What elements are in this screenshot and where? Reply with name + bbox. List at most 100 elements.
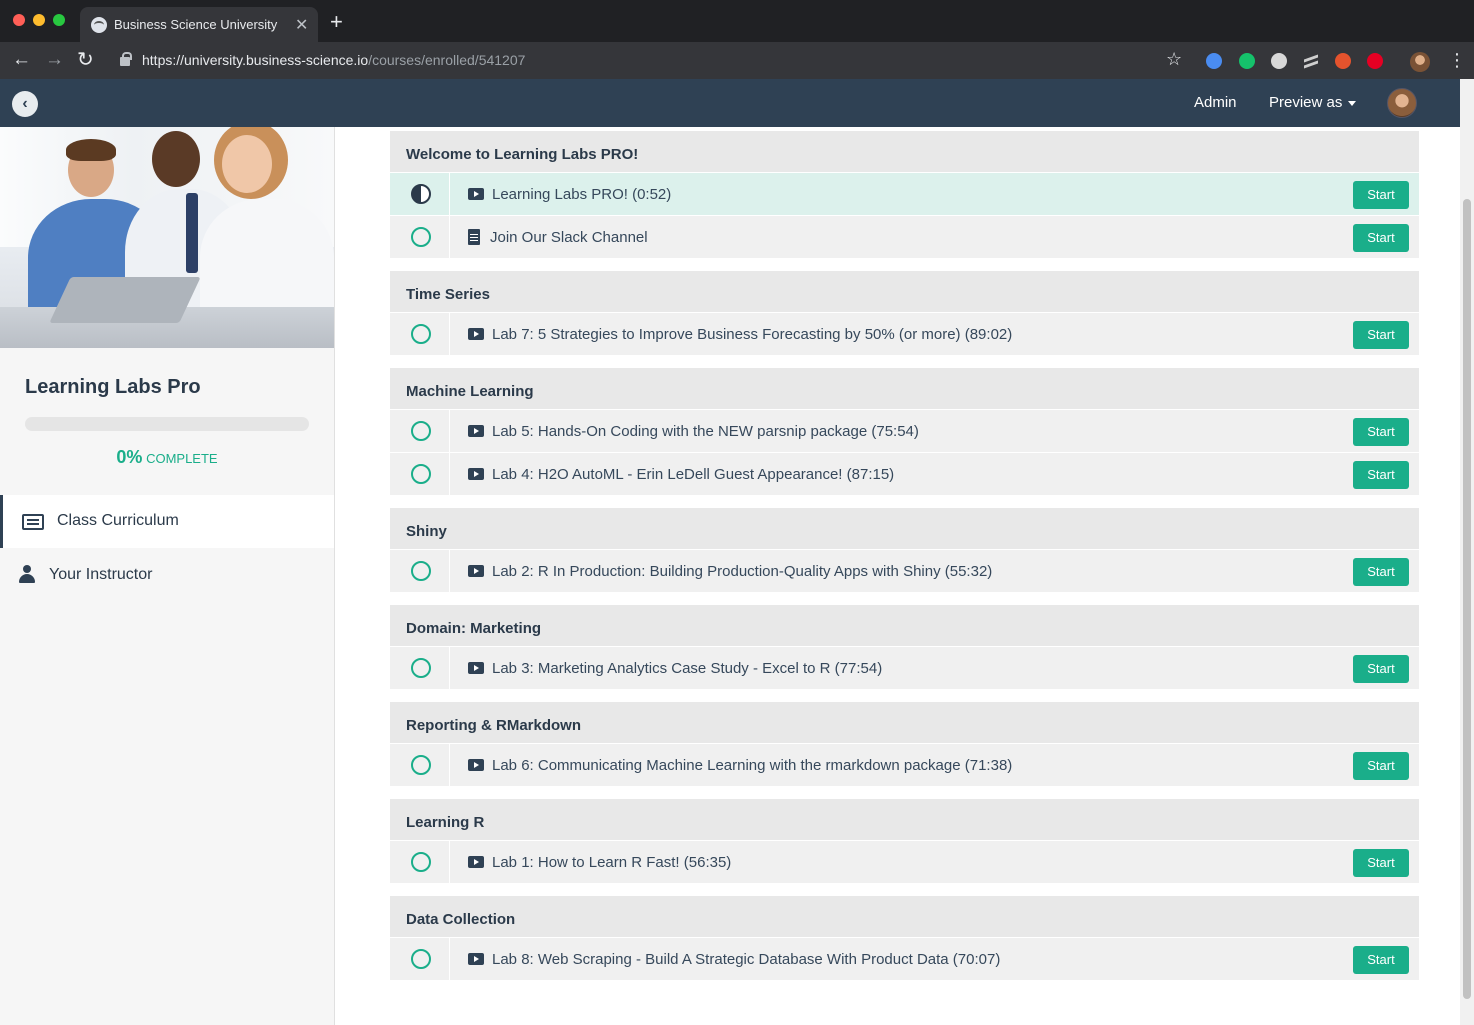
start-button[interactable]: Start <box>1353 224 1409 252</box>
url-host: https://university.business-science.io <box>142 52 369 68</box>
lecture-title[interactable]: Lab 7: 5 Strategies to Improve Business … <box>492 326 1012 343</box>
course-image <box>0 127 334 348</box>
caret-down-icon <box>1348 100 1357 106</box>
section-title: Machine Learning <box>390 368 1419 409</box>
reload-icon[interactable]: ↻ <box>77 49 94 71</box>
sidebar-item-class-curriculum[interactable]: Class Curriculum <box>0 495 334 548</box>
curriculum-section: Welcome to Learning Labs PRO! Learning L… <box>390 131 1419 258</box>
back-chevron-icon[interactable]: ‹ <box>12 91 38 117</box>
lock-icon[interactable] <box>120 52 132 66</box>
lecture-row[interactable]: Lab 8: Web Scraping - Build A Strategic … <box>390 937 1419 980</box>
circle-icon <box>411 324 431 344</box>
start-button[interactable]: Start <box>1353 181 1409 209</box>
lecture-title[interactable]: Lab 8: Web Scraping - Build A Strategic … <box>492 951 1000 968</box>
lecture-row[interactable]: Lab 3: Marketing Analytics Case Study - … <box>390 646 1419 689</box>
scrollbar-thumb[interactable] <box>1463 199 1471 999</box>
circle-icon <box>411 852 431 872</box>
circle-icon <box>411 227 431 247</box>
video-icon <box>468 425 484 437</box>
browser-menu-icon[interactable]: ⋮ <box>1448 50 1466 71</box>
lecture-row[interactable]: Lab 7: 5 Strategies to Improve Business … <box>390 312 1419 355</box>
browser-tab-bar: Business Science University ✕ + <box>0 0 1474 42</box>
extension-grammarly-icon[interactable] <box>1239 53 1255 69</box>
extension-pinterest-icon[interactable] <box>1367 53 1383 69</box>
lecture-row[interactable]: Learning Labs PRO! (0:52) Start <box>390 172 1419 215</box>
lecture-row[interactable]: Lab 4: H2O AutoML - Erin LeDell Guest Ap… <box>390 452 1419 495</box>
page-scrollbar[interactable] <box>1460 79 1474 1025</box>
extension-circle-icon[interactable] <box>1271 53 1287 69</box>
start-button[interactable]: Start <box>1353 461 1409 489</box>
browser-tab[interactable]: Business Science University ✕ <box>80 7 318 42</box>
sidebar-item-your-instructor[interactable]: Your Instructor <box>0 549 334 602</box>
list-icon <box>22 514 44 530</box>
progress-label: 0% COMPLETE <box>0 447 334 468</box>
address-bar[interactable]: https://university.business-science.io/c… <box>142 52 525 68</box>
lecture-title[interactable]: Lab 2: R In Production: Building Product… <box>492 563 992 580</box>
video-icon <box>468 856 484 868</box>
tab-title: Business Science University <box>114 17 278 32</box>
close-window-button[interactable] <box>13 14 25 26</box>
half-circle-icon <box>411 184 431 204</box>
lecture-row[interactable]: Lab 5: Hands-On Coding with the NEW pars… <box>390 409 1419 452</box>
preview-as-dropdown[interactable]: Preview as <box>1269 94 1357 111</box>
video-icon <box>468 953 484 965</box>
start-button[interactable]: Start <box>1353 752 1409 780</box>
lecture-title[interactable]: Join Our Slack Channel <box>490 229 648 246</box>
lecture-title[interactable]: Learning Labs PRO! (0:52) <box>492 186 671 203</box>
start-button[interactable]: Start <box>1353 946 1409 974</box>
extension-zoom-icon[interactable] <box>1206 53 1222 69</box>
section-title: Welcome to Learning Labs PRO! <box>390 131 1419 172</box>
curriculum-section: Learning R Lab 1: How to Learn R Fast! (… <box>390 799 1419 883</box>
extension-layers-icon[interactable] <box>1303 53 1319 69</box>
preview-as-label: Preview as <box>1269 94 1343 111</box>
circle-icon <box>411 755 431 775</box>
video-icon <box>468 565 484 577</box>
close-tab-icon[interactable]: ✕ <box>295 15 308 35</box>
curriculum-section: Domain: Marketing Lab 3: Marketing Analy… <box>390 605 1419 689</box>
video-icon <box>468 759 484 771</box>
start-button[interactable]: Start <box>1353 321 1409 349</box>
url-path: /courses/enrolled/541207 <box>368 52 526 68</box>
user-icon <box>19 565 35 583</box>
circle-icon <box>411 421 431 441</box>
curriculum-section: Shiny Lab 2: R In Production: Building P… <box>390 508 1419 592</box>
video-icon <box>468 662 484 674</box>
start-button[interactable]: Start <box>1353 849 1409 877</box>
admin-link[interactable]: Admin <box>1194 94 1237 111</box>
lecture-title[interactable]: Lab 4: H2O AutoML - Erin LeDell Guest Ap… <box>492 466 894 483</box>
curriculum-section: Time Series Lab 7: 5 Strategies to Impro… <box>390 271 1419 355</box>
sidebar-item-label: Class Curriculum <box>57 512 179 529</box>
back-arrow-icon[interactable]: ← <box>12 49 31 71</box>
start-button[interactable]: Start <box>1353 418 1409 446</box>
lecture-row[interactable]: Join Our Slack Channel Start <box>390 215 1419 258</box>
circle-icon <box>411 561 431 581</box>
curriculum-section: Reporting & RMarkdown Lab 6: Communicati… <box>390 702 1419 786</box>
start-button[interactable]: Start <box>1353 558 1409 586</box>
forward-arrow-icon[interactable]: → <box>45 49 64 71</box>
lecture-row[interactable]: Lab 6: Communicating Machine Learning wi… <box>390 743 1419 786</box>
avatar[interactable] <box>1387 88 1417 118</box>
video-icon <box>468 328 484 340</box>
extension-orange-icon[interactable] <box>1335 53 1351 69</box>
circle-icon <box>411 658 431 678</box>
lecture-title[interactable]: Lab 6: Communicating Machine Learning wi… <box>492 757 1012 774</box>
start-button[interactable]: Start <box>1353 655 1409 683</box>
document-icon <box>468 229 480 245</box>
lecture-title[interactable]: Lab 5: Hands-On Coding with the NEW pars… <box>492 423 919 440</box>
curriculum-section: Machine Learning Lab 5: Hands-On Coding … <box>390 368 1419 495</box>
course-sidebar: Learning Labs Pro 0% COMPLETE Class Curr… <box>0 127 335 1025</box>
lecture-title[interactable]: Lab 1: How to Learn R Fast! (56:35) <box>492 854 731 871</box>
bookmark-star-icon[interactable]: ☆ <box>1166 49 1182 70</box>
progress-percent: 0% <box>116 447 143 467</box>
circle-icon <box>411 949 431 969</box>
lecture-row[interactable]: Lab 2: R In Production: Building Product… <box>390 549 1419 592</box>
lecture-title[interactable]: Lab 3: Marketing Analytics Case Study - … <box>492 660 882 677</box>
app-header: ‹ Admin Preview as <box>0 79 1460 127</box>
browser-toolbar: ← → ↻ https://university.business-scienc… <box>0 42 1474 79</box>
lecture-row[interactable]: Lab 1: How to Learn R Fast! (56:35) Star… <box>390 840 1419 883</box>
maximize-window-button[interactable] <box>53 14 65 26</box>
minimize-window-button[interactable] <box>33 14 45 26</box>
browser-profile-icon[interactable] <box>1410 52 1430 72</box>
video-icon <box>468 468 484 480</box>
new-tab-icon[interactable]: + <box>330 11 343 33</box>
